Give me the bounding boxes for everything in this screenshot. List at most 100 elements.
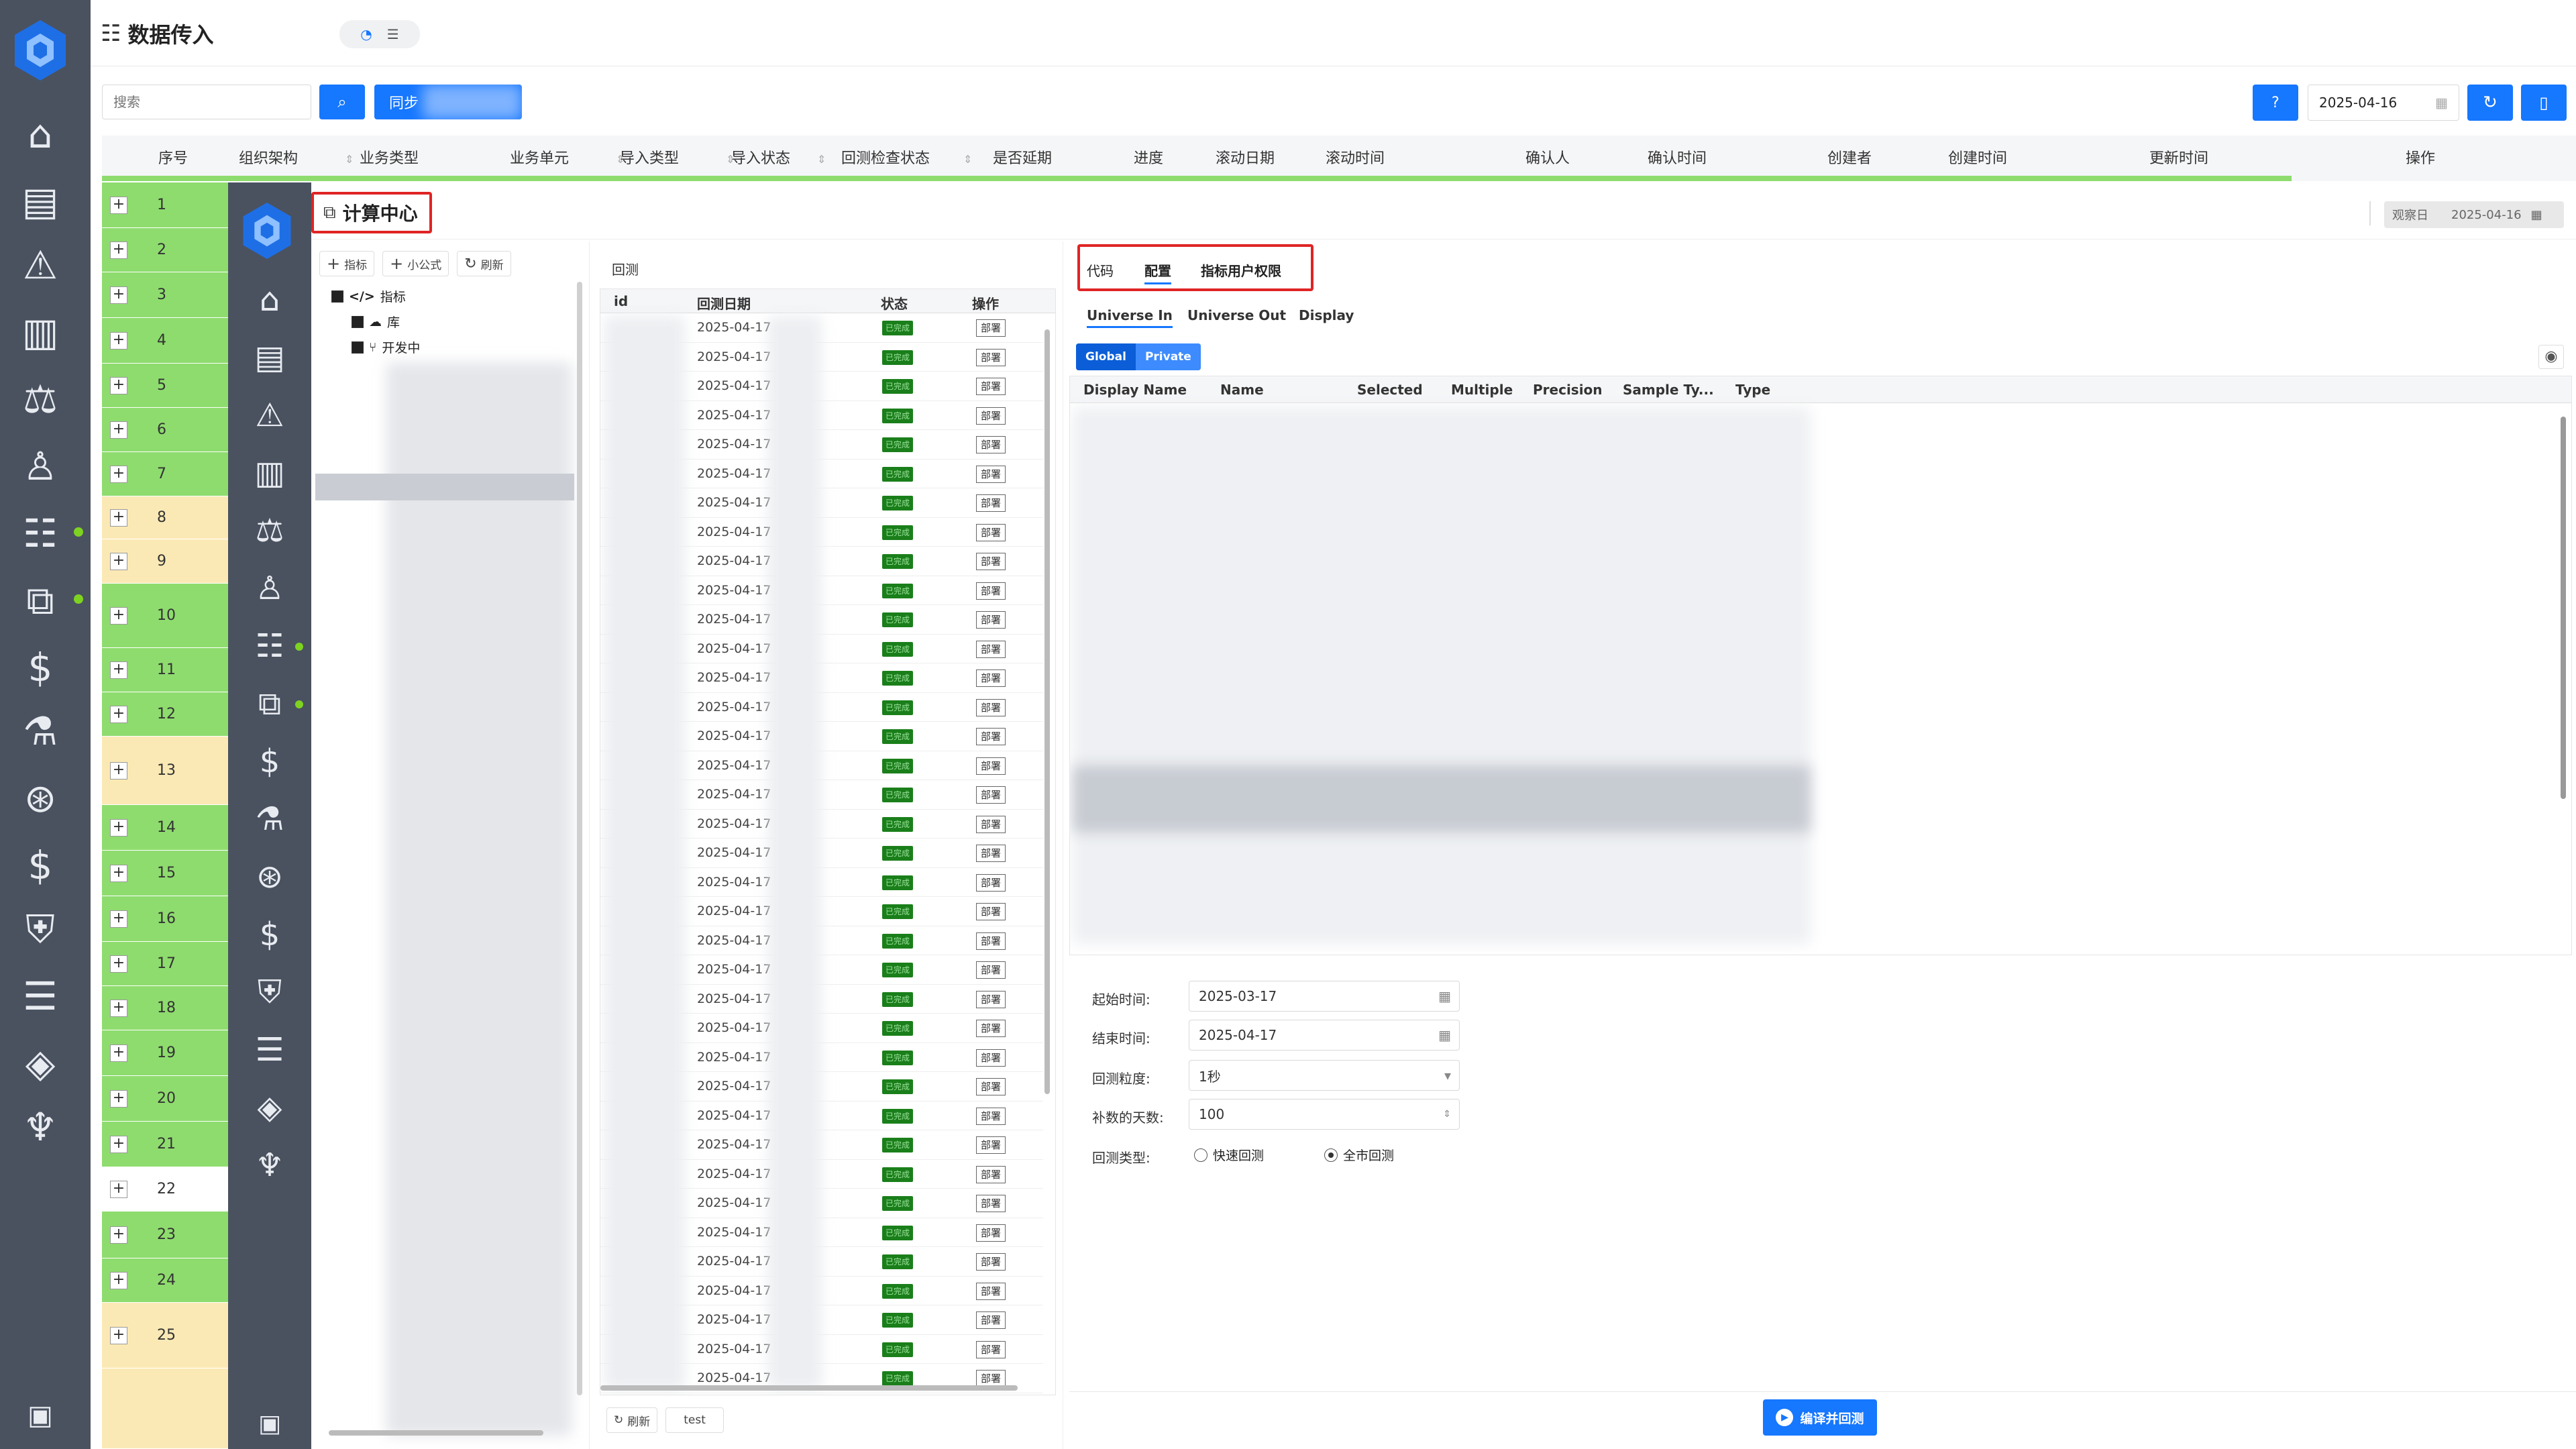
expand-row-icon[interactable]: +	[110, 197, 127, 214]
expand-row-icon[interactable]: +	[110, 1136, 127, 1153]
expand-row-icon[interactable]: +	[110, 1327, 127, 1344]
col-biz-type[interactable]: 业务类型 ⇕	[360, 146, 521, 168]
expand-row-icon[interactable]: +	[110, 865, 127, 882]
table-row[interactable]: +1	[102, 182, 228, 228]
type-quick-radio[interactable]: 快速回测	[1194, 1146, 1264, 1164]
deploy-button[interactable]: 部署	[976, 786, 1006, 804]
tag-icon[interactable]: ◈	[243, 1084, 297, 1131]
collapse-icon[interactable]	[352, 341, 364, 354]
days-stepper[interactable]: 100 ⇕	[1189, 1099, 1460, 1130]
deploy-button[interactable]: 部署	[976, 1020, 1006, 1037]
deploy-button[interactable]: 部署	[976, 319, 1006, 337]
expand-row-icon[interactable]: +	[110, 762, 127, 780]
deploy-button[interactable]: 部署	[976, 1136, 1006, 1154]
table-row[interactable]: +18	[102, 986, 228, 1030]
deploy-button[interactable]: 部署	[976, 815, 1006, 833]
observe-date-picker[interactable]: 观察日 2025-04-16 ▦	[2384, 201, 2564, 228]
table-row[interactable]: +19	[102, 1030, 228, 1076]
toggle-global[interactable]: Global	[1076, 343, 1136, 370]
code-icon[interactable]: ⧉	[243, 680, 297, 727]
tree-node-dev[interactable]: ⑂ 开发中	[352, 338, 420, 356]
deploy-button[interactable]: 部署	[976, 1340, 1006, 1358]
app-logo[interactable]	[13, 20, 67, 80]
table-row[interactable]: +7	[102, 452, 228, 496]
money-chat-icon[interactable]: $	[13, 641, 67, 694]
org-chart-icon[interactable]: ♆	[13, 1100, 67, 1154]
table-row[interactable]: +3	[102, 272, 228, 318]
tree-selected-row[interactable]	[315, 474, 574, 500]
lab-icon[interactable]: ⚗	[243, 796, 297, 843]
table-row[interactable]: +8	[102, 496, 228, 539]
sort-icon[interactable]: ⇕	[817, 153, 826, 166]
expand-row-icon[interactable]: +	[110, 706, 127, 723]
tab-config[interactable]: 配置	[1144, 260, 1171, 284]
col-import-status[interactable]: 导入状态 ⇕	[731, 146, 826, 168]
checklist-icon[interactable]: ☰	[243, 1026, 297, 1073]
deploy-button[interactable]: 部署	[976, 1165, 1006, 1183]
deploy-button[interactable]: 部署	[976, 1282, 1006, 1300]
sync-button[interactable]: 同步	[374, 85, 522, 119]
sort-icon[interactable]: ⇕	[963, 153, 972, 166]
start-date-input[interactable]: 2025-03-17 ▦	[1189, 981, 1460, 1012]
scope-toggle[interactable]: Global Private	[1076, 343, 1201, 370]
report-icon[interactable]: ▥	[13, 305, 67, 359]
type-full-radio[interactable]: 全市回测	[1324, 1146, 1394, 1164]
table-row[interactable]: +4	[102, 318, 228, 364]
ledger-icon[interactable]: ▤	[243, 334, 297, 381]
test-tag[interactable]: test	[665, 1407, 724, 1433]
table-row[interactable]: +13	[102, 737, 228, 805]
table-row[interactable]: +2	[102, 228, 228, 272]
tree-scrollbar[interactable]	[577, 282, 582, 1395]
table-row[interactable]: +22	[102, 1167, 228, 1212]
col-org[interactable]: 组织架构 ⇕	[239, 146, 354, 168]
radio-icon[interactable]	[1194, 1148, 1208, 1162]
expand-row-icon[interactable]: +	[110, 661, 127, 679]
expand-row-icon[interactable]: +	[110, 466, 127, 483]
table-row[interactable]: +9	[102, 539, 228, 584]
expand-row-icon[interactable]: +	[110, 819, 127, 837]
table-row[interactable]: +5	[102, 364, 228, 408]
deploy-button[interactable]: 部署	[976, 1224, 1006, 1242]
deploy-button[interactable]: 部署	[976, 932, 1006, 950]
expand-row-icon[interactable]: +	[110, 1226, 127, 1244]
deploy-button[interactable]: 部署	[976, 903, 1006, 920]
home-icon[interactable]: ⌂	[13, 107, 67, 161]
table-row[interactable]: +25	[102, 1303, 228, 1368]
expand-row-icon[interactable]: +	[110, 1090, 127, 1108]
expand-row-icon[interactable]: +	[110, 1044, 127, 1062]
backtest-vscroll[interactable]	[1044, 329, 1050, 1094]
subtab-universe-out[interactable]: Universe Out	[1187, 307, 1286, 323]
money-bag-icon[interactable]: $	[243, 911, 297, 958]
expand-row-icon[interactable]: +	[110, 955, 127, 973]
deploy-button[interactable]: 部署	[976, 669, 1006, 687]
expand-row-icon[interactable]: +	[110, 1000, 127, 1017]
deploy-button[interactable]: 部署	[976, 1311, 1006, 1329]
radio-checked-icon[interactable]	[1324, 1148, 1338, 1162]
expand-row-icon[interactable]: +	[110, 553, 127, 570]
deploy-button[interactable]: 部署	[976, 757, 1006, 775]
balance-icon[interactable]: ⚖	[243, 507, 297, 554]
expand-row-icon[interactable]: +	[110, 286, 127, 304]
expand-row-icon[interactable]: +	[110, 377, 127, 394]
help-button[interactable]: ?	[2253, 85, 2298, 121]
org-chart-icon[interactable]: ♆	[243, 1142, 297, 1189]
money-bag-icon[interactable]: $	[13, 839, 67, 892]
expand-row-icon[interactable]: +	[110, 1272, 127, 1289]
table-row[interactable]: +16	[102, 896, 228, 942]
expand-row-icon[interactable]: +	[110, 607, 127, 625]
stamp-icon[interactable]: ♙	[243, 565, 297, 612]
user-icon[interactable]: ▣	[20, 1395, 60, 1436]
backtest-hscroll[interactable]	[600, 1385, 1018, 1391]
stamp-icon[interactable]: ♙	[13, 439, 67, 493]
col-biz-unit[interactable]: 业务单元 ⇕	[510, 146, 625, 168]
deploy-button[interactable]: 部署	[976, 961, 1006, 979]
alarm-icon[interactable]: ⚠	[243, 392, 297, 439]
balance-icon[interactable]: ⚖	[13, 372, 67, 426]
tree-node-lib[interactable]: ☁ 库	[352, 313, 400, 331]
top-date-picker[interactable]: 2025-04-16 ▦	[2308, 85, 2459, 121]
checklist-icon[interactable]: ☰	[13, 969, 67, 1023]
chart-view-icon[interactable]: ◔	[360, 26, 372, 42]
deploy-button[interactable]: 部署	[976, 728, 1006, 745]
search-button[interactable]: ⌕	[319, 85, 365, 119]
tag-icon[interactable]: ◈	[13, 1036, 67, 1090]
